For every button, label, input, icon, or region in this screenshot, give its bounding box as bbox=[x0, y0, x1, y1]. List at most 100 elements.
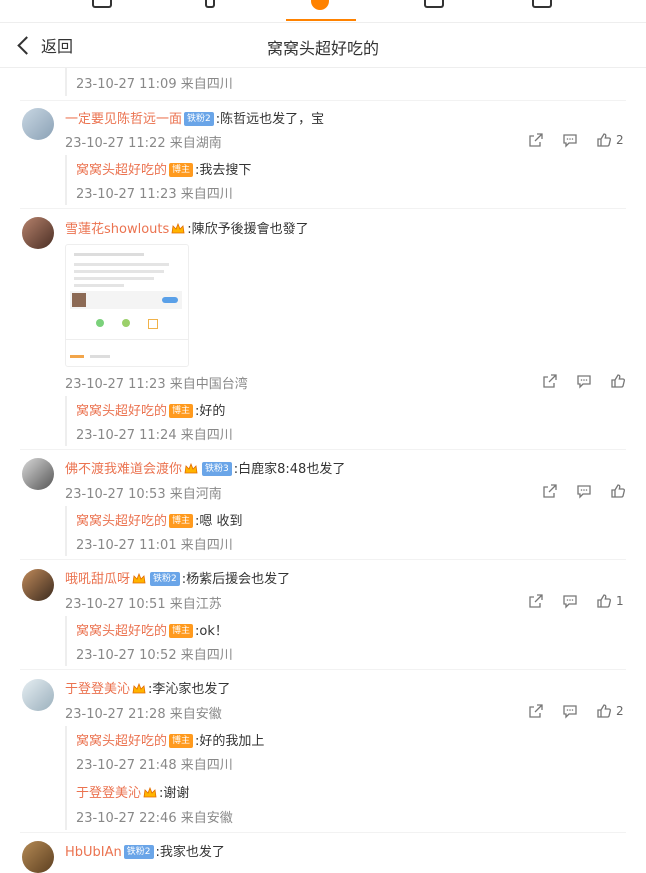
comment-header: 哦吼甜瓜呀 铁粉2:杨紫后援会也发了 bbox=[65, 569, 290, 589]
reply-username[interactable]: 窝窝头超好吃的 bbox=[76, 624, 167, 639]
like-button[interactable] bbox=[610, 373, 630, 389]
like-button[interactable]: 1 bbox=[596, 593, 624, 609]
host-badge: 博主 bbox=[169, 623, 194, 638]
reply-username[interactable]: 窝窝头超好吃的 bbox=[76, 163, 167, 178]
reply-username[interactable]: 窝窝头超好吃的 bbox=[76, 514, 167, 529]
comment-header: 雪蓮花showlouts :陳欣予後援會也發了 bbox=[65, 219, 309, 239]
comment-username[interactable]: 于登登美沁 bbox=[65, 682, 130, 697]
comment-actions bbox=[524, 482, 630, 500]
active-tab-icon[interactable] bbox=[311, 0, 329, 10]
comment-icon bbox=[577, 485, 591, 499]
comment-username[interactable]: 哦吼甜瓜呀 bbox=[65, 572, 130, 587]
share-icon bbox=[529, 133, 543, 147]
separator bbox=[20, 449, 626, 450]
reply-time: 23-10-27 11:09 来自四川 bbox=[76, 77, 233, 92]
comment-header: 于登登美沁 :李沁家也发了 bbox=[65, 679, 230, 699]
crown-icon bbox=[171, 222, 185, 233]
comment-time: 23-10-27 11:22 来自湖南 bbox=[65, 136, 222, 151]
comment-username[interactable]: HbUbIAn bbox=[65, 845, 122, 860]
tab-icon[interactable] bbox=[92, 0, 112, 8]
reply-divider bbox=[65, 506, 67, 556]
comment-icon bbox=[563, 134, 577, 148]
tab-icon[interactable] bbox=[532, 0, 552, 8]
comment-username[interactable]: 佛不渡我难道会渡你 bbox=[65, 462, 182, 477]
reply-header: 窝窝头超好吃的 博主:好的我加上 bbox=[76, 731, 264, 751]
reply-text: :谢谢 bbox=[159, 786, 190, 801]
reply-header: 窝窝头超好吃的 博主:ok！ bbox=[76, 621, 228, 641]
page-header: 返回 窝窝头超好吃的 bbox=[0, 23, 646, 68]
avatar[interactable] bbox=[22, 569, 54, 601]
like-count: 2 bbox=[616, 704, 624, 718]
separator bbox=[20, 100, 626, 101]
comment-icon bbox=[563, 705, 577, 719]
active-tab-indicator bbox=[286, 19, 356, 21]
avatar[interactable] bbox=[22, 108, 54, 140]
comment-button[interactable] bbox=[576, 483, 592, 499]
share-button[interactable] bbox=[542, 373, 558, 389]
comment-time: 23-10-27 21:28 来自安徽 bbox=[65, 707, 222, 722]
comment-text: :李沁家也发了 bbox=[148, 682, 231, 697]
like-icon bbox=[597, 704, 611, 718]
comment-button[interactable] bbox=[562, 703, 578, 719]
host-badge: 博主 bbox=[169, 513, 194, 528]
reply-header: 于登登美沁 :谢谢 bbox=[76, 783, 189, 803]
reply-text: :ok！ bbox=[195, 624, 228, 639]
separator bbox=[20, 669, 626, 670]
reply-divider bbox=[65, 616, 67, 666]
reply-header: 窝窝头超好吃的 博主:嗯 收到 bbox=[76, 511, 243, 531]
comment-username[interactable]: 一定要见陈哲远一面 bbox=[65, 112, 182, 127]
comment-button[interactable] bbox=[562, 132, 578, 148]
host-badge: 博主 bbox=[169, 162, 194, 177]
comment-button[interactable] bbox=[576, 373, 592, 389]
reply-divider bbox=[65, 155, 67, 205]
like-count: 2 bbox=[616, 133, 624, 147]
crown-icon bbox=[132, 572, 146, 583]
fan-badge: 铁粉2 bbox=[150, 571, 180, 586]
top-tab-strip bbox=[0, 0, 646, 23]
like-button[interactable]: 2 bbox=[596, 132, 624, 148]
reply-time: 23-10-27 11:01 来自四川 bbox=[76, 538, 233, 553]
tab-icon[interactable] bbox=[205, 0, 215, 8]
avatar[interactable] bbox=[22, 217, 54, 249]
like-icon bbox=[597, 594, 611, 608]
avatar[interactable] bbox=[22, 841, 54, 873]
comment-header: HbUbIAn 铁粉2:我家也发了 bbox=[65, 842, 225, 862]
avatar[interactable] bbox=[22, 679, 54, 711]
reply-divider bbox=[65, 396, 67, 446]
comment-button[interactable] bbox=[562, 593, 578, 609]
separator bbox=[20, 208, 626, 209]
reply-username[interactable]: 窝窝头超好吃的 bbox=[76, 404, 167, 419]
fan-badge: 铁粉3 bbox=[202, 461, 232, 476]
comment-actions bbox=[524, 372, 630, 390]
reply-text: :嗯 收到 bbox=[195, 514, 243, 529]
comment-username[interactable]: 雪蓮花showlouts bbox=[65, 222, 169, 237]
comment-image[interactable] bbox=[65, 244, 189, 367]
comment-text: :陳欣予後援會也發了 bbox=[187, 222, 309, 237]
separator bbox=[20, 559, 626, 560]
share-icon bbox=[529, 594, 543, 608]
share-button[interactable] bbox=[528, 132, 544, 148]
comment-icon bbox=[577, 375, 591, 389]
crown-icon bbox=[184, 462, 198, 473]
reply-divider bbox=[65, 726, 67, 830]
reply-text: :我去搜下 bbox=[195, 163, 252, 178]
comment-time: 23-10-27 10:53 来自河南 bbox=[65, 487, 222, 502]
reply-text: :好的我加上 bbox=[195, 734, 265, 749]
share-button[interactable] bbox=[528, 593, 544, 609]
share-button[interactable] bbox=[528, 703, 544, 719]
reply-username[interactable]: 于登登美沁 bbox=[76, 786, 141, 801]
reply-username[interactable]: 窝窝头超好吃的 bbox=[76, 734, 167, 749]
like-count: 1 bbox=[616, 594, 624, 608]
comment-actions: 1 bbox=[510, 592, 624, 610]
fan-badge: 铁粉2 bbox=[184, 111, 214, 126]
like-button[interactable]: 2 bbox=[596, 703, 624, 719]
comment-text: :白鹿家8:48也发了 bbox=[233, 462, 346, 477]
avatar[interactable] bbox=[22, 458, 54, 490]
share-button[interactable] bbox=[542, 483, 558, 499]
comment-time: 23-10-27 10:51 来自江苏 bbox=[65, 597, 222, 612]
tab-icon[interactable] bbox=[424, 0, 444, 8]
separator bbox=[20, 832, 626, 833]
share-icon bbox=[529, 704, 543, 718]
page-title: 窝窝头超好吃的 bbox=[266, 39, 379, 58]
like-button[interactable] bbox=[610, 483, 630, 499]
